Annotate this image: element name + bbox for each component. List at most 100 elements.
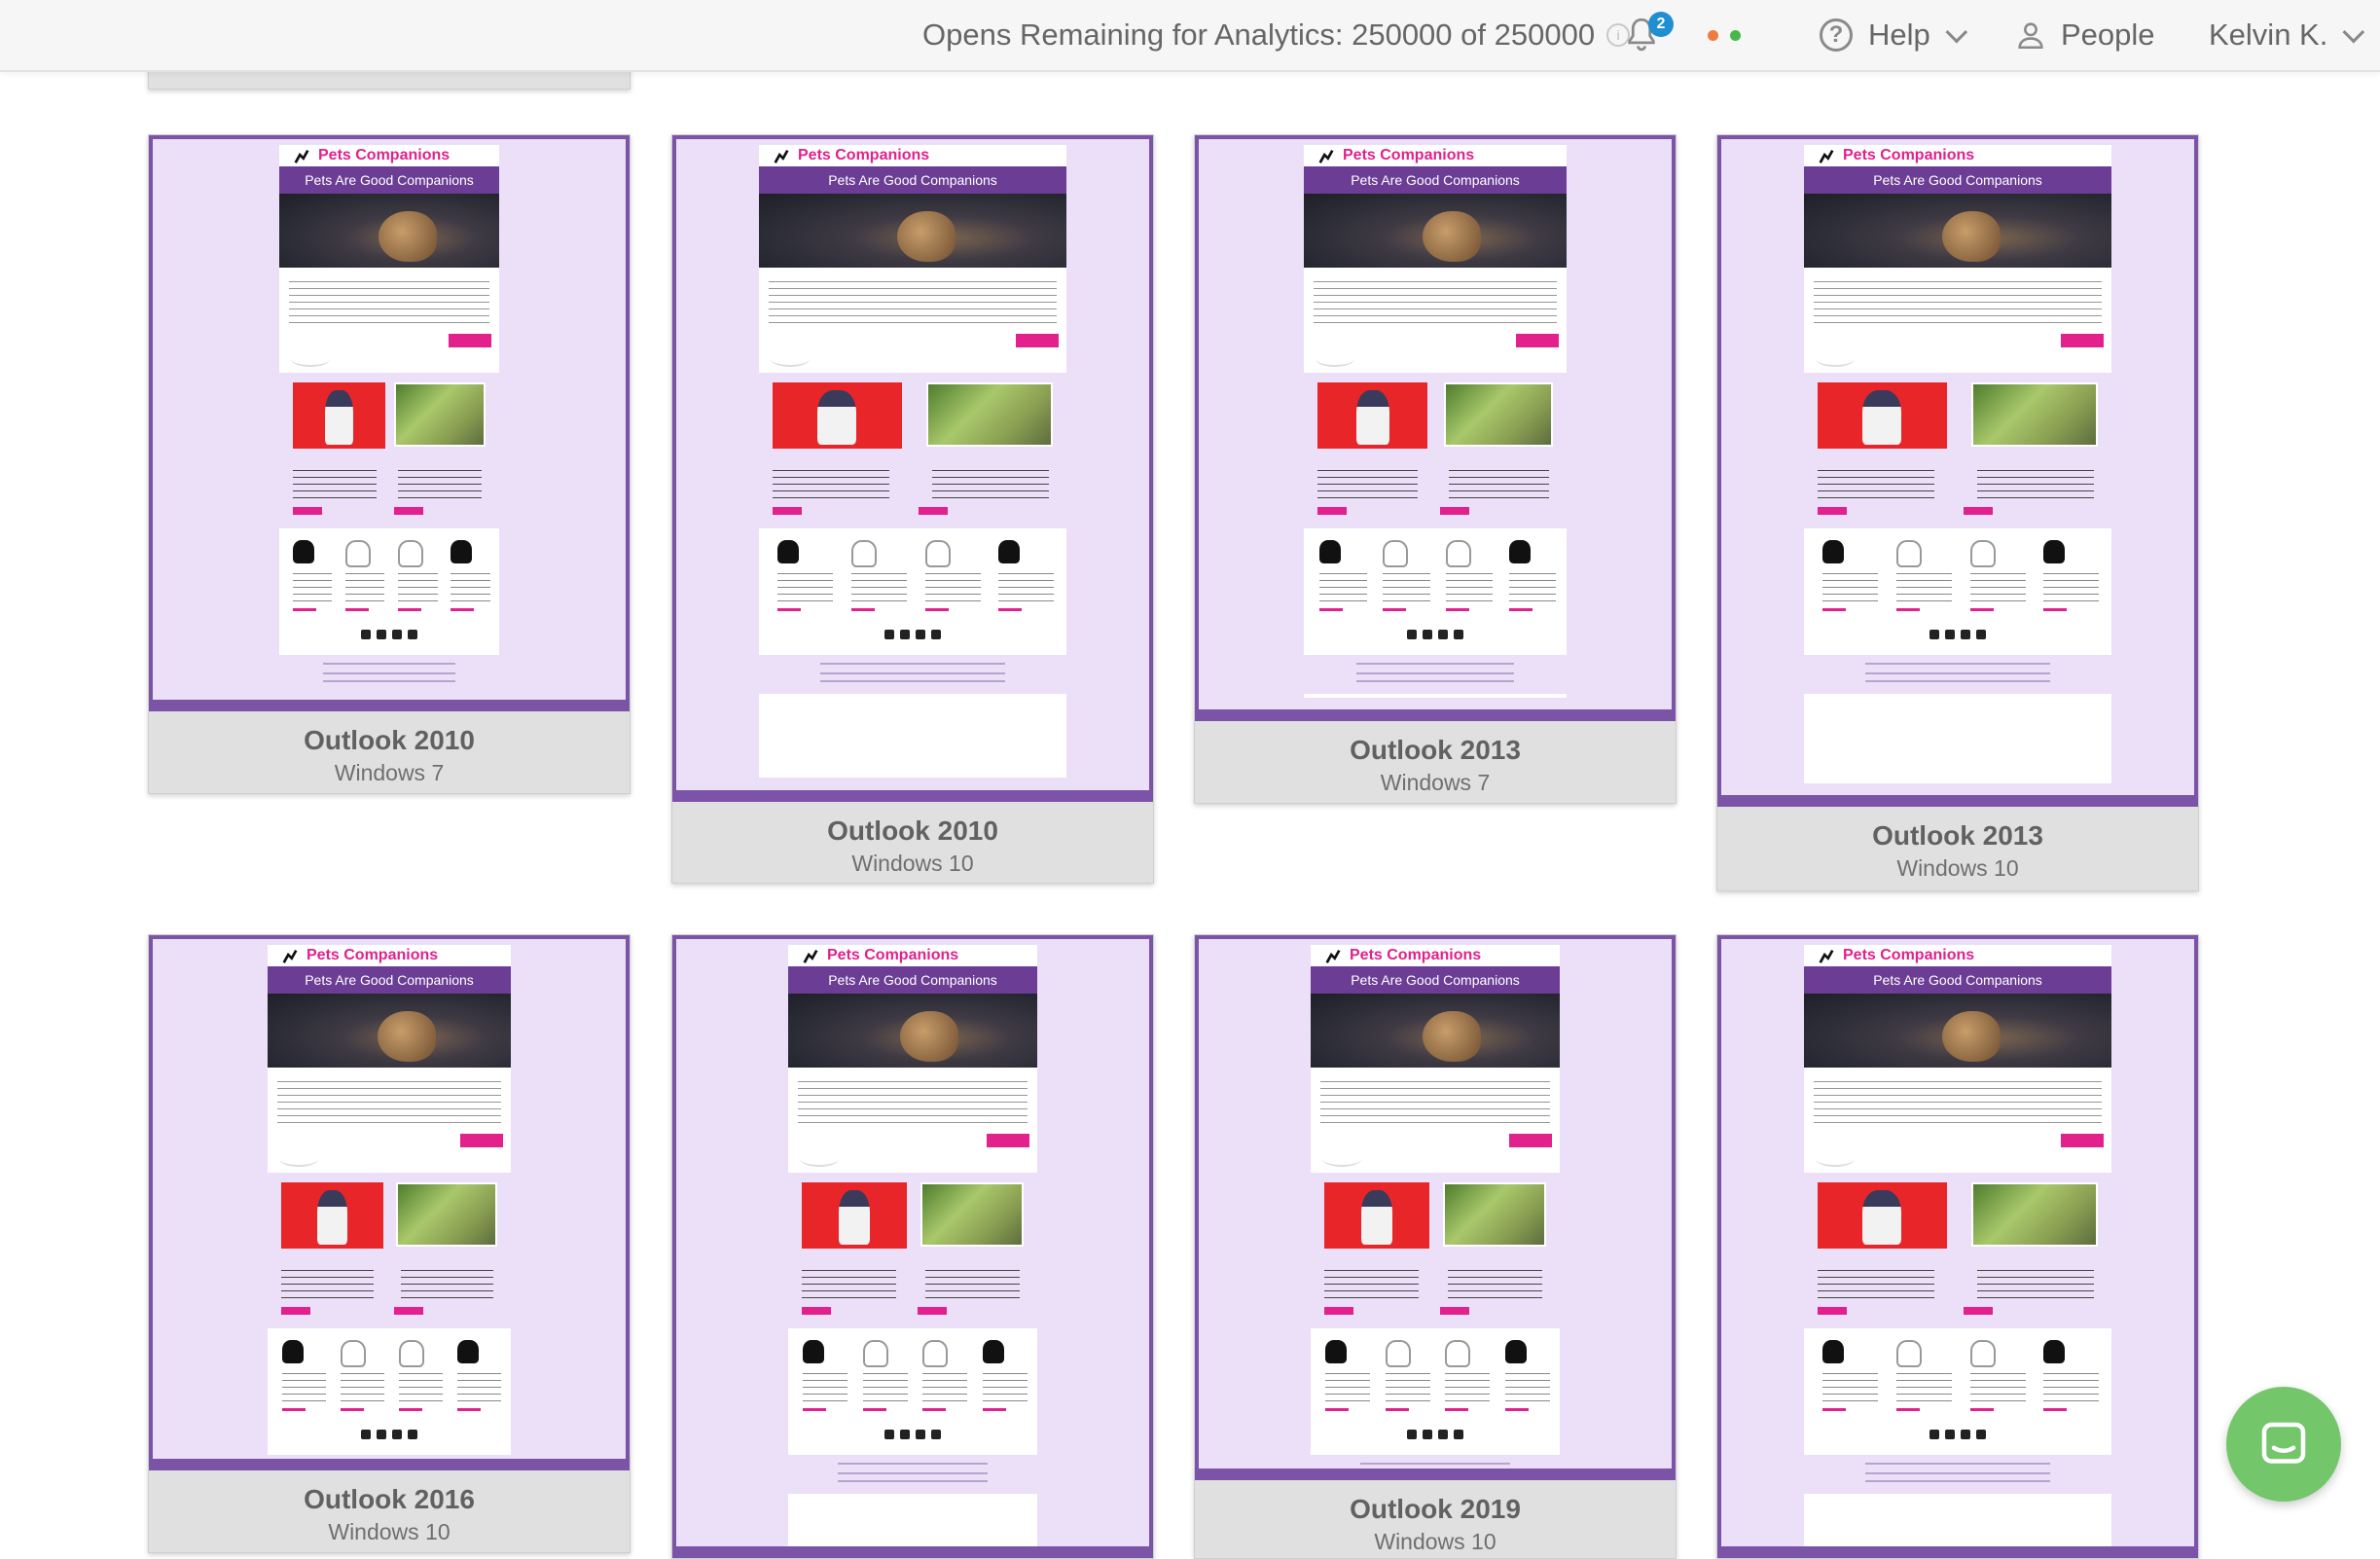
email-body-text: [1314, 277, 1557, 326]
social-icon: [1961, 1430, 1970, 1439]
email-hero-image: [788, 994, 1037, 1068]
icon-link: [282, 1408, 306, 1411]
promo-image-garden: [1970, 1182, 2098, 1247]
user-menu[interactable]: Kelvin K.: [2209, 0, 2365, 70]
preview-card[interactable]: Pets Companions Pets Are Good Companions O…: [1716, 134, 2199, 891]
icon-text: [998, 569, 1055, 602]
email-thumbnail: Pets Companions Pets Are Good Companions: [1804, 945, 2111, 1546]
icon-text: [1969, 569, 2026, 602]
pet-silhouette-icon: [2043, 1340, 2066, 1363]
icon-text: [776, 569, 833, 602]
pet-silhouette-icon: [1445, 1340, 1471, 1367]
preview-card[interactable]: Pets Companions Pets Are Good Companions O…: [148, 934, 631, 1553]
preview-card[interactable]: Pets Companions Pets Are Good Companions O…: [1194, 134, 1677, 804]
icon-link: [1445, 1408, 1469, 1411]
paw-icon: [1819, 149, 1834, 163]
chat-button[interactable]: [2226, 1387, 2341, 1502]
email-icon-section: [268, 1328, 511, 1455]
email-icon-section: [1804, 528, 2111, 655]
preview-frame: Pets Companions Pets Are Good Companions: [149, 935, 630, 1470]
social-icon: [1945, 1430, 1955, 1439]
email-hero-image: [1304, 194, 1567, 268]
social-icon: [1976, 630, 1986, 639]
promo-image-woman-dog: [1818, 382, 1947, 449]
email-banner: Pets Are Good Companions: [759, 166, 1066, 194]
promo-image-woman-dog: [1818, 1182, 1947, 1249]
footer-text-line: [838, 1472, 988, 1474]
preview-client-name: Outlook 2013: [1872, 820, 2043, 851]
promo-image-woman-dog: [802, 1182, 907, 1249]
preview-client-name: Outlook 2010: [304, 725, 475, 755]
pet-silhouette-icon: [862, 1340, 888, 1367]
help-menu[interactable]: ? Help: [1820, 0, 1967, 70]
dog-image: [378, 211, 437, 262]
pet-silhouette-icon: [1821, 540, 1844, 563]
email-thumbnail: Pets Companions Pets Are Good Companions: [759, 145, 1066, 778]
preview-card[interactable]: Pets Companions Pets Are Good Companions O…: [671, 134, 1154, 884]
people-menu[interactable]: People: [2014, 0, 2155, 70]
social-icons: [361, 1430, 417, 1439]
preview-canvas: Pets Companions Pets Are Good Companions: [1721, 939, 2194, 1546]
pet-silhouette-icon: [1508, 540, 1531, 563]
promo-image-garden: [1442, 1182, 1546, 1247]
footer-text-line: [1356, 663, 1514, 665]
promo-link: [918, 1307, 948, 1315]
email-icon-section: [759, 528, 1066, 655]
preview-card[interactable]: Pets Companions Pets Are Good Companions O…: [148, 134, 631, 794]
email-icon-section: [788, 1328, 1037, 1455]
social-icon: [931, 1430, 941, 1439]
social-icon: [1423, 630, 1432, 639]
social-icon: [408, 630, 417, 639]
email-sketch: [1816, 1151, 1855, 1167]
email-footer: [268, 1455, 511, 1459]
icon-text: [1895, 569, 1952, 602]
social-icon: [884, 630, 894, 639]
preview-card[interactable]: Pets Companions Pets Are Good Companions: [671, 934, 1154, 1559]
preview-card[interactable]: Pets Companions Pets Are Good Companions O…: [1194, 934, 1677, 1559]
icon-text: [2043, 569, 2100, 602]
icon-text: [1325, 1369, 1371, 1402]
email-sketch: [291, 351, 330, 367]
help-icon: ?: [1820, 18, 1853, 52]
footer-text-line: [323, 663, 455, 665]
email-footer: [788, 1455, 1037, 1494]
promo-link: [281, 1307, 310, 1315]
preview-os-name: Windows 10: [1896, 855, 2019, 881]
email-promo-section: [759, 373, 1066, 528]
footer-text-line: [820, 663, 1005, 665]
social-icon: [408, 1430, 417, 1439]
icon-text: [1821, 1369, 1878, 1402]
preview-card[interactable]: Pets Companions Pets Are Good Companions: [1716, 934, 2199, 1559]
promo-text: [924, 1266, 1020, 1299]
people-label: People: [2061, 18, 2155, 52]
promo-link: [773, 507, 802, 515]
email-thumbnail: Pets Companions Pets Are Good Companions: [1304, 145, 1567, 698]
email-icon-section: [1804, 1328, 2111, 1455]
icon-link: [982, 1408, 1006, 1411]
footer-text-line: [1865, 672, 2050, 674]
icon-link: [1325, 1408, 1350, 1411]
pet-silhouette-icon: [1385, 1340, 1411, 1367]
icon-link: [1969, 608, 1994, 611]
promo-image-woman-dog: [773, 382, 902, 449]
preview-client-name: Outlook 2016: [304, 1484, 475, 1514]
icon-link: [399, 1408, 422, 1411]
paw-icon: [1318, 149, 1334, 163]
preview-os-name: Windows 7: [1380, 770, 1491, 795]
email-logo: Pets Companions: [1804, 145, 2111, 166]
promo-text: [293, 466, 377, 499]
email-logo: Pets Companions: [279, 145, 499, 166]
email-promo-section: [268, 1173, 511, 1328]
opens-remaining: Opens Remaining for Analytics: 250000 of…: [922, 0, 1631, 70]
promo-text: [773, 466, 890, 499]
footer-text-line: [1865, 1472, 2050, 1474]
preview-frame: Pets Companions Pets Are Good Companions: [672, 135, 1153, 802]
social-icon: [900, 1430, 910, 1439]
promo-text: [1447, 1266, 1542, 1299]
promo-link: [293, 507, 322, 515]
social-icon: [916, 630, 925, 639]
social-icon: [1407, 1430, 1417, 1439]
email-logo: Pets Companions: [268, 945, 511, 966]
preview-os-name: Windows 10: [1374, 1529, 1497, 1554]
email-banner: Pets Are Good Companions: [1304, 166, 1567, 194]
